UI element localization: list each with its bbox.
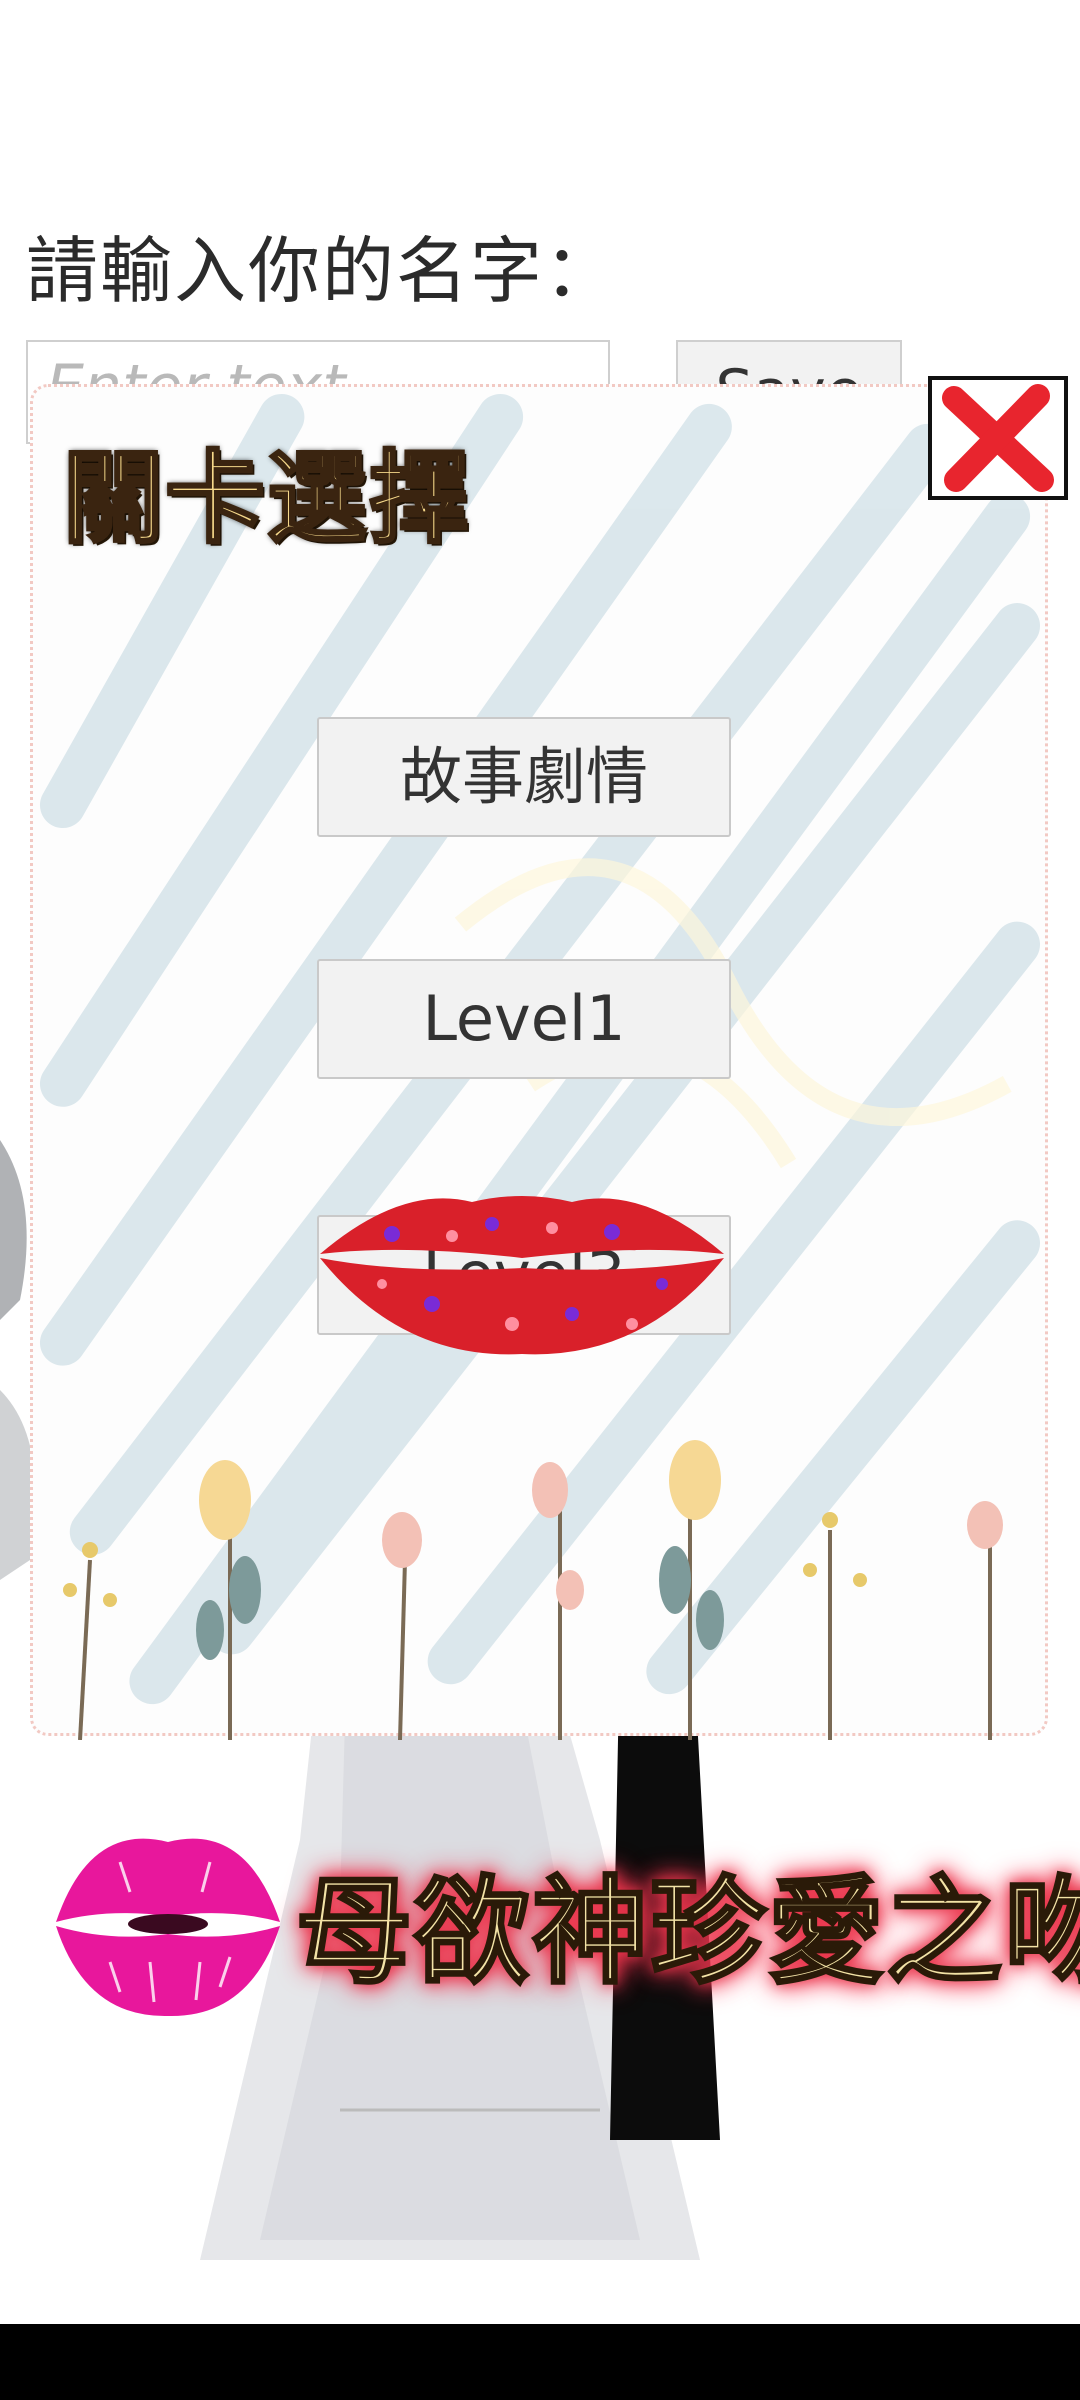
jeweled-lips-icon [320,1196,724,1355]
level1-button[interactable]: Level1 [317,959,731,1079]
game-title-banner: 母欲神珍愛之吻 [295,1864,1080,2002]
flower-decoration [63,1440,1003,1740]
story-button[interactable]: 故事劇情 [317,717,731,837]
close-button[interactable] [928,376,1068,500]
pink-lips-icon [56,1838,280,2017]
navigation-bar [0,2324,1080,2400]
panel-title: 關卡選擇 [62,439,471,559]
name-prompt-label: 請輸入你的名字： [26,229,619,313]
close-x-icon [942,384,1054,492]
